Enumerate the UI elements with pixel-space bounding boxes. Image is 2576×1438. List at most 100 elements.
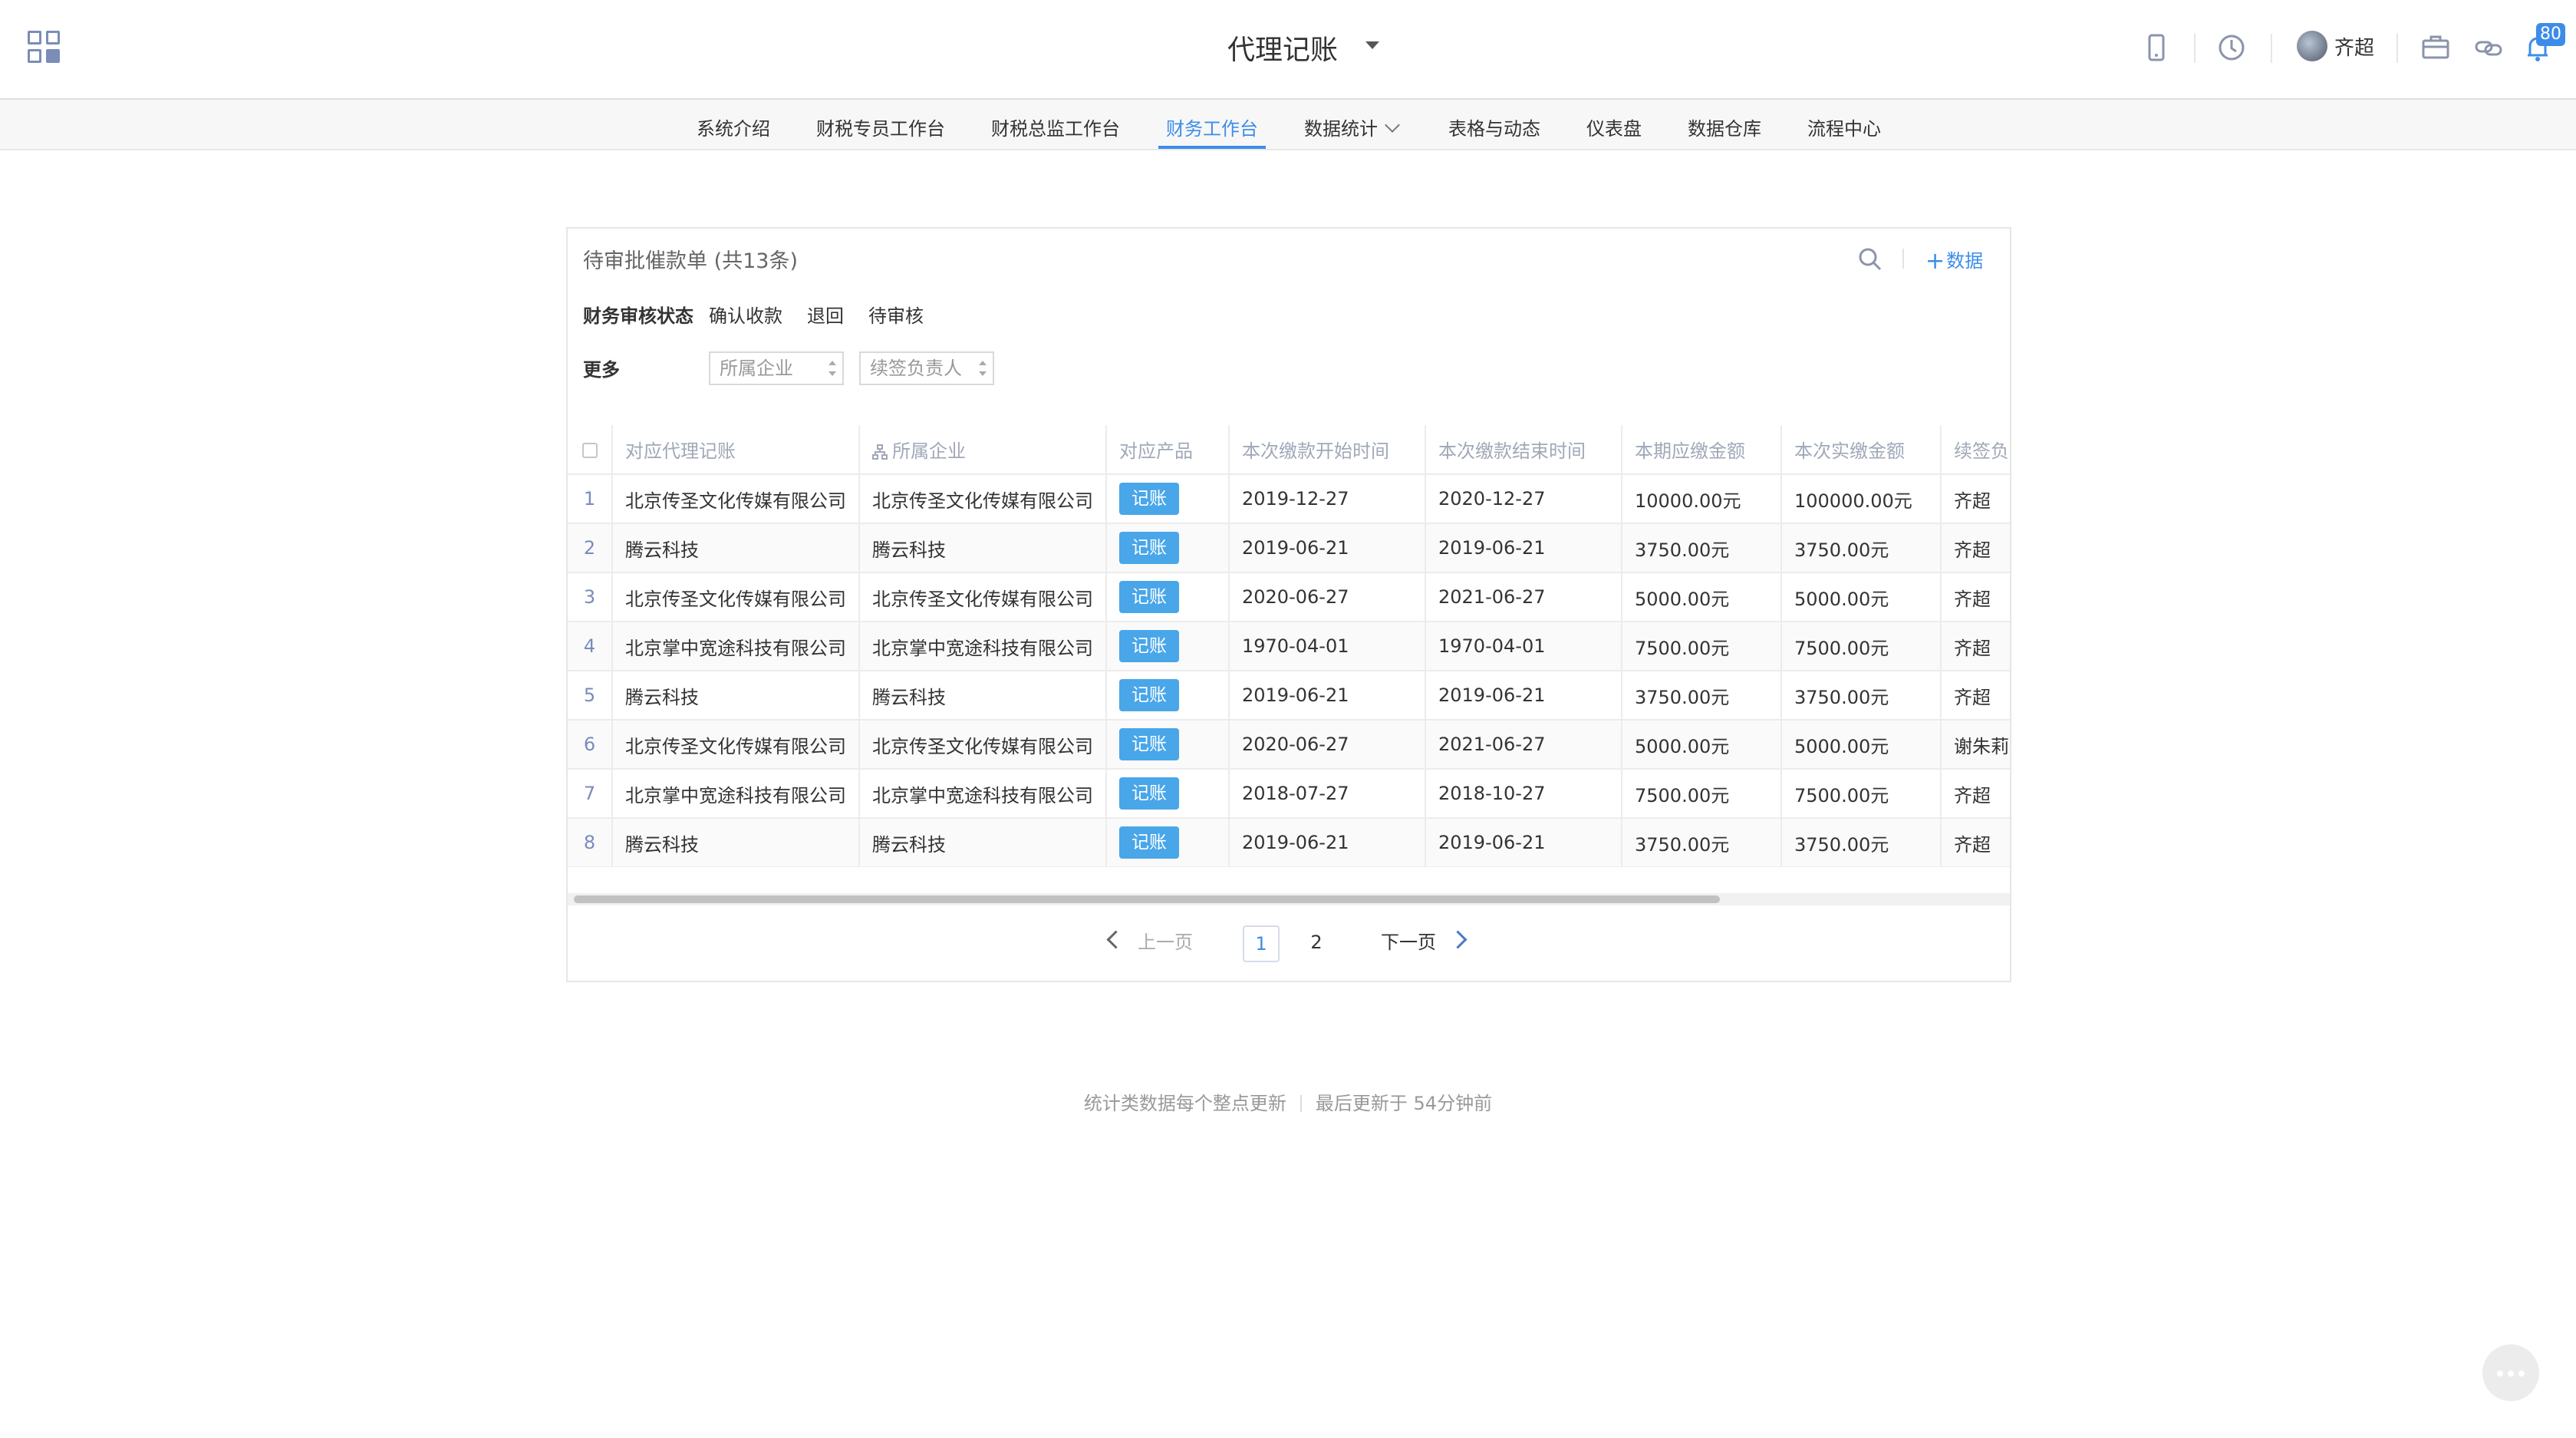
briefcase-icon[interactable]: [2419, 31, 2452, 64]
clock-icon[interactable]: [2215, 31, 2248, 64]
cell-product: 记账: [1106, 572, 1230, 622]
chevron-down-icon: [1385, 117, 1400, 133]
table-row[interactable]: 2 腾云科技 腾云科技 记账 2019-06-21 2019-06-21 3750.00元 3…: [568, 523, 2010, 573]
product-tag[interactable]: 记账: [1119, 532, 1179, 564]
sort-arrows-icon: [979, 359, 987, 378]
page-number[interactable]: 2: [1298, 925, 1335, 962]
cell-company: 北京传圣文化传媒有限公司: [859, 720, 1107, 770]
cell-product: 记账: [1106, 769, 1230, 819]
cell-owner: 齐超: [1941, 474, 2010, 524]
column-header[interactable]: 对应产品: [1106, 425, 1230, 475]
next-page-button[interactable]: 下一页: [1381, 927, 1468, 954]
cell-start: 1970-04-01: [1229, 622, 1426, 671]
phone-icon[interactable]: [2140, 31, 2173, 64]
cell-end: 2021-06-27: [1425, 572, 1622, 622]
cell-due: 5000.00元: [1622, 720, 1782, 770]
row-index: 7: [568, 769, 613, 819]
cell-product: 记账: [1106, 671, 1230, 721]
footer-note: 统计类数据每个整点更新 最后更新于 54分钟前: [0, 1088, 2576, 1115]
user-name[interactable]: 齐超: [2334, 32, 2374, 61]
notification-badge: 80: [2536, 23, 2565, 46]
owner-select-placeholder: 续签负责人: [870, 358, 962, 379]
table-row[interactable]: 3 北京传圣文化传媒有限公司 北京传圣文化传媒有限公司 记账 2020-06-27 202…: [568, 572, 2010, 622]
table-row[interactable]: 8 腾云科技 腾云科技 记账 2019-06-21 2019-06-21 3750.00元 3…: [568, 818, 2010, 867]
cell-start: 2018-07-27: [1229, 769, 1426, 819]
cell-end: 2019-06-21: [1425, 523, 1622, 573]
company-select-placeholder: 所属企业: [720, 358, 793, 379]
product-tag[interactable]: 记账: [1119, 581, 1179, 613]
prev-page-label: 上一页: [1138, 932, 1193, 953]
apps-grid-icon[interactable]: [28, 31, 61, 64]
status-option-returned[interactable]: 退回: [807, 301, 844, 328]
column-header[interactable]: 本次缴款结束时间: [1425, 425, 1622, 475]
main-nav: 系统介绍 财税专员工作台 财税总监工作台 财务工作台 数据统计 表格与动态 仪表…: [0, 98, 2576, 150]
app-title[interactable]: 代理记账: [1227, 28, 1338, 68]
cell-agency: 北京传圣文化传媒有限公司: [612, 572, 860, 622]
cell-end: 2020-12-27: [1425, 474, 1622, 524]
cell-product: 记账: [1106, 622, 1230, 671]
status-option-pending[interactable]: 待审核: [868, 301, 924, 328]
product-tag[interactable]: 记账: [1119, 728, 1179, 760]
search-icon[interactable]: [1855, 244, 1886, 275]
horizontal-scrollbar[interactable]: [568, 893, 2010, 905]
nav-item-tax-director[interactable]: 财税总监工作台: [991, 114, 1120, 140]
more-actions-button[interactable]: [2482, 1344, 2539, 1401]
column-header[interactable]: 本期应缴金额: [1622, 425, 1782, 475]
nav-item-statistics[interactable]: 数据统计: [1304, 114, 1400, 140]
nav-item-dashboard[interactable]: 仪表盘: [1586, 114, 1642, 140]
column-header[interactable]: 本次实缴金额: [1781, 425, 1942, 475]
nav-item-data-warehouse[interactable]: 数据仓库: [1688, 114, 1761, 140]
nav-item-process-center[interactable]: 流程中心: [1807, 114, 1881, 140]
divider: [2271, 34, 2272, 63]
select-all-checkbox[interactable]: [581, 442, 598, 458]
table-row[interactable]: 7 北京掌中宽途科技有限公司 北京掌中宽途科技有限公司 记账 2018-07-27 201…: [568, 769, 2010, 819]
column-header[interactable]: 对应代理记账: [612, 425, 860, 475]
table-row[interactable]: 6 北京传圣文化传媒有限公司 北京传圣文化传媒有限公司 记账 2020-06-27 202…: [568, 720, 2010, 770]
status-filter-label: 财务审核状态: [583, 305, 693, 327]
link-icon[interactable]: [2472, 31, 2505, 64]
add-data-button[interactable]: +数据: [1925, 246, 1983, 275]
row-index: 3: [568, 572, 613, 622]
nav-item-tax-specialist[interactable]: 财税专员工作台: [816, 114, 945, 140]
column-header[interactable]: 续签负责人: [1941, 425, 2010, 475]
product-tag[interactable]: 记账: [1119, 777, 1179, 810]
cell-company: 腾云科技: [859, 818, 1107, 867]
avatar[interactable]: [2297, 31, 2327, 61]
column-header[interactable]: 本次缴款开始时间: [1229, 425, 1426, 475]
product-tag[interactable]: 记账: [1119, 679, 1179, 711]
cell-agency: 北京掌中宽途科技有限公司: [612, 769, 860, 819]
status-option-confirmed[interactable]: 确认收款: [709, 301, 782, 328]
row-index: 1: [568, 474, 613, 524]
company-select[interactable]: 所属企业: [709, 351, 844, 385]
nav-item-system-intro[interactable]: 系统介绍: [697, 114, 770, 140]
table-row[interactable]: 4 北京掌中宽途科技有限公司 北京掌中宽途科技有限公司 记账 1970-04-01 197…: [568, 622, 2010, 671]
select-all-checkbox-cell[interactable]: [568, 425, 613, 475]
cell-paid: 5000.00元: [1781, 720, 1942, 770]
cell-due: 5000.00元: [1622, 572, 1782, 622]
table-row[interactable]: 1 北京传圣文化传媒有限公司 北京传圣文化传媒有限公司 记账 2019-12-27 202…: [568, 474, 2010, 524]
prev-page-button[interactable]: 上一页: [1106, 927, 1193, 954]
product-tag[interactable]: 记账: [1119, 826, 1179, 859]
cell-end: 2018-10-27: [1425, 769, 1622, 819]
dot-icon: [2497, 1370, 2503, 1377]
cell-due: 10000.00元: [1622, 474, 1782, 524]
nav-item-finance-workbench[interactable]: 财务工作台: [1166, 114, 1258, 140]
plus-icon: +: [1925, 248, 1945, 275]
cell-start: 2019-06-21: [1229, 818, 1426, 867]
cell-due: 7500.00元: [1622, 622, 1782, 671]
data-table-wrapper: 对应代理记账 所属企业 对应产品 本次缴款开始时间 本次缴款结束时间 本期应缴金…: [568, 425, 2010, 867]
page-number-current[interactable]: 1: [1243, 925, 1280, 962]
cell-company: 腾云科技: [859, 671, 1107, 721]
owner-select[interactable]: 续签负责人: [859, 351, 994, 385]
table-body: 1 北京传圣文化传媒有限公司 北京传圣文化传媒有限公司 记账 2019-12-27 202…: [568, 474, 2010, 867]
cell-paid: 3750.00元: [1781, 523, 1942, 573]
column-header[interactable]: 所属企业: [859, 425, 1107, 475]
product-tag[interactable]: 记账: [1119, 630, 1179, 662]
chevron-down-icon[interactable]: [1365, 41, 1379, 49]
product-tag[interactable]: 记账: [1119, 483, 1179, 515]
divider: [1300, 1095, 1302, 1112]
table-row[interactable]: 5 腾云科技 腾云科技 记账 2019-06-21 2019-06-21 3750.00元 3…: [568, 671, 2010, 721]
nav-item-tables-activity[interactable]: 表格与动态: [1448, 114, 1540, 140]
cell-owner: 齐超: [1941, 572, 2010, 622]
scrollbar-thumb[interactable]: [574, 895, 1720, 903]
